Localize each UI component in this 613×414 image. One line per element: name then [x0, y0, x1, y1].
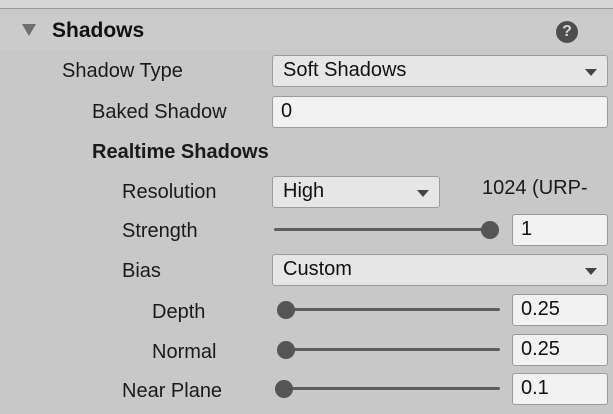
shadow-type-value: Soft Shadows [283, 59, 407, 81]
shadows-section-header[interactable]: Shadows ? [0, 14, 613, 50]
resolution-note: 1024 (URP- [482, 177, 588, 199]
strength-value: 1 [521, 218, 533, 240]
chevron-down-icon [585, 69, 597, 76]
shadow-type-dropdown[interactable]: Soft Shadows [272, 55, 608, 87]
chevron-down-icon [417, 190, 429, 197]
depth-slider-thumb[interactable] [277, 301, 295, 319]
strength-slider-thumb[interactable] [481, 221, 499, 239]
chevron-down-icon [585, 268, 597, 275]
near-plane-slider[interactable] [275, 373, 500, 405]
slider-track [284, 387, 500, 390]
near-plane-value: 0.1 [521, 377, 549, 399]
bias-dropdown[interactable]: Custom [272, 254, 608, 286]
near-plane-field[interactable]: 0.1 [512, 373, 608, 405]
slider-track [274, 228, 490, 231]
collapse-caret-icon[interactable] [22, 24, 36, 36]
strength-slider[interactable] [274, 214, 499, 246]
normal-field[interactable]: 0.25 [512, 334, 608, 366]
normal-slider-thumb[interactable] [277, 341, 295, 359]
near-plane-slider-thumb[interactable] [275, 380, 293, 398]
help-icon[interactable]: ? [556, 21, 578, 43]
normal-label: Normal [152, 341, 217, 363]
slider-track [286, 308, 500, 311]
bias-label: Bias [122, 260, 161, 282]
depth-field[interactable]: 0.25 [512, 294, 608, 326]
baked-shadow-label: Baked Shadow [92, 101, 227, 123]
baked-shadow-value: 0 [281, 100, 293, 122]
normal-slider[interactable] [277, 334, 500, 366]
strength-field[interactable]: 1 [512, 214, 608, 246]
normal-value: 0.25 [521, 338, 560, 360]
slider-track [286, 348, 500, 351]
near-plane-label: Near Plane [122, 380, 223, 402]
depth-label: Depth [152, 301, 206, 323]
section-title: Shadows [52, 19, 145, 42]
top-border [0, 0, 613, 9]
shadow-type-label: Shadow Type [62, 60, 183, 82]
baked-shadow-field[interactable]: 0 [272, 96, 608, 128]
realtime-shadows-heading: Realtime Shadows [92, 141, 269, 163]
resolution-dropdown[interactable]: High [272, 176, 440, 208]
strength-label: Strength [122, 220, 198, 242]
depth-slider[interactable] [277, 294, 500, 326]
bias-value: Custom [283, 258, 352, 280]
resolution-value: High [283, 180, 325, 202]
resolution-label: Resolution [122, 181, 217, 203]
depth-value: 0.25 [521, 298, 560, 320]
